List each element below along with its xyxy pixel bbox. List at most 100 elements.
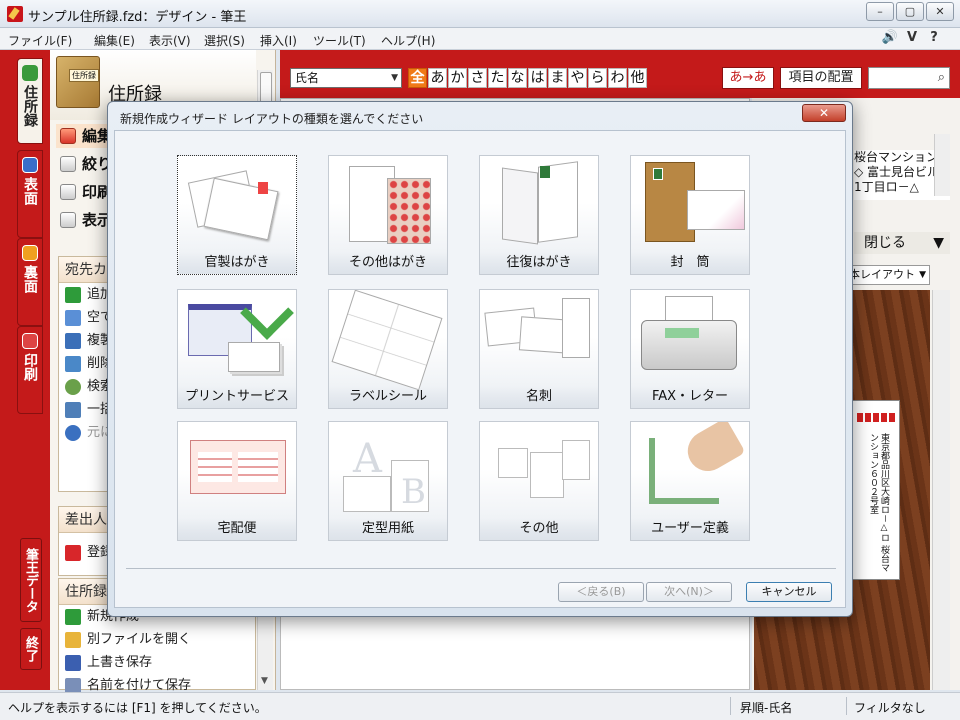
standard-paper-icon bbox=[343, 476, 391, 512]
kana-na[interactable]: な bbox=[508, 68, 527, 88]
label-sticker-icon bbox=[331, 290, 443, 391]
window-controls: – ▢ ✕ bbox=[866, 2, 954, 21]
stamp-mark bbox=[540, 166, 550, 178]
maximize-button[interactable]: ▢ bbox=[896, 2, 924, 21]
kana-wa[interactable]: わ bbox=[608, 68, 627, 88]
kana-other[interactable]: 他 bbox=[628, 68, 647, 88]
menu-edit[interactable]: 編集(E) bbox=[94, 32, 135, 49]
new-file-icon bbox=[65, 609, 81, 625]
other-layout-icon bbox=[498, 448, 528, 478]
menu-help[interactable]: ヘルプ(H) bbox=[381, 32, 435, 49]
kana-sa[interactable]: さ bbox=[468, 68, 487, 88]
tile-label-sticker[interactable]: ラベルシール bbox=[328, 289, 448, 409]
field-select-value: 氏名 bbox=[295, 71, 320, 85]
close-preview-button[interactable]: 閉じる ▼ bbox=[854, 232, 950, 254]
preview-scrollbar[interactable] bbox=[934, 134, 950, 196]
tile-other-postcard[interactable]: その他はがき bbox=[328, 155, 448, 275]
dialog-body: 官製はがき その他はがき 往復はがき 封 筒 プリントサービス ラベルシール 名… bbox=[114, 130, 846, 608]
menu-file[interactable]: ファイル(F) bbox=[8, 32, 72, 49]
tile-envelope[interactable]: 封 筒 bbox=[630, 155, 750, 275]
sheet-2 bbox=[530, 452, 564, 498]
white-envelope bbox=[687, 190, 745, 230]
filter-icon bbox=[60, 156, 76, 172]
tile-label: 官製はがき bbox=[178, 252, 296, 274]
search-input[interactable]: ⌕ bbox=[868, 67, 950, 89]
speaker-icon[interactable]: 🔊 bbox=[880, 30, 900, 48]
help-icon[interactable]: ? bbox=[924, 30, 944, 48]
cancel-button[interactable]: キャンセル bbox=[746, 582, 832, 602]
preview-vertical-scrollbar[interactable] bbox=[932, 290, 950, 690]
scroll-down-icon[interactable]: ▼ bbox=[261, 676, 268, 686]
tile-standard-paper[interactable]: A B 定型用紙 bbox=[328, 421, 448, 541]
tile-reply-postcard[interactable]: 往復はがき bbox=[479, 155, 599, 275]
status-bar: ヘルプを表示するには [F1] を押してください。 昇順-氏名 フィルタなし bbox=[0, 692, 960, 720]
kana-ha[interactable]: は bbox=[528, 68, 547, 88]
next-button[interactable]: 次へ(N)＞ bbox=[646, 582, 732, 602]
fudeoh-data-button[interactable]: 筆王データ bbox=[20, 538, 42, 622]
kana-ya[interactable]: や bbox=[568, 68, 587, 88]
postbox-icon bbox=[65, 545, 81, 561]
kana-ta[interactable]: た bbox=[488, 68, 507, 88]
postcard-stack bbox=[228, 342, 280, 372]
open-file-row[interactable]: 別ファイルを開く bbox=[59, 628, 255, 651]
tab-back[interactable]: 裏面 bbox=[17, 238, 43, 326]
minimize-button[interactable]: – bbox=[866, 2, 894, 21]
save-icon bbox=[65, 655, 81, 671]
stamp-mark bbox=[258, 182, 268, 194]
tile-print-service[interactable]: プリントサービス bbox=[177, 289, 297, 409]
chevron-down-icon: ▼ bbox=[391, 73, 398, 83]
field-select[interactable]: 氏名 ▼ bbox=[290, 68, 402, 88]
tile-official-postcard[interactable]: 官製はがき bbox=[177, 155, 297, 275]
tile-label: ユーザー定義 bbox=[631, 518, 749, 540]
print-icon bbox=[60, 184, 76, 200]
book-label: 住所録 bbox=[69, 69, 99, 82]
app-icon bbox=[7, 6, 23, 22]
menu-select[interactable]: 選択(S) bbox=[204, 32, 245, 49]
row-label: 上書き保存 bbox=[87, 655, 153, 670]
tab-label: 住所録 bbox=[22, 85, 38, 127]
back-icon bbox=[22, 245, 38, 261]
kana-ka[interactable]: か bbox=[448, 68, 467, 88]
tile-fax-letter[interactable]: FAX・レター bbox=[630, 289, 750, 409]
save-row[interactable]: 上書き保存 bbox=[59, 651, 255, 674]
menu-insert[interactable]: 挿入(I) bbox=[260, 32, 297, 49]
add-icon bbox=[65, 287, 81, 303]
window-title: サンプル住所録.fzd：デザイン - 筆王 bbox=[28, 10, 247, 25]
tile-label: FAX・レター bbox=[631, 386, 749, 408]
layout-items-button[interactable]: 項目の配置 bbox=[780, 67, 862, 89]
tab-address-book[interactable]: 住所録 bbox=[17, 58, 43, 144]
horizontal-arrow-icon bbox=[649, 498, 719, 504]
ime-button[interactable]: あ→あ bbox=[722, 67, 774, 89]
kana-ma[interactable]: ま bbox=[548, 68, 567, 88]
menu-view[interactable]: 表示(V) bbox=[149, 32, 191, 49]
tile-delivery[interactable]: 宅配便 bbox=[177, 421, 297, 541]
close-button[interactable]: ✕ bbox=[926, 2, 954, 21]
tile-user-defined[interactable]: ユーザー定義 bbox=[630, 421, 750, 541]
tile-business-card[interactable]: 名刺 bbox=[479, 289, 599, 409]
display-icon bbox=[60, 212, 76, 228]
address-book-icon bbox=[22, 65, 38, 81]
menu-tools[interactable]: ツール(T) bbox=[313, 32, 366, 49]
tile-label: プリントサービス bbox=[178, 386, 296, 408]
exit-button[interactable]: 終了 bbox=[20, 628, 42, 670]
dialog-close-button[interactable]: ✕ bbox=[802, 104, 846, 122]
layout-select[interactable]: 本レイアウト ▼ bbox=[844, 265, 930, 285]
undo-icon bbox=[65, 425, 81, 441]
kana-all[interactable]: 全 bbox=[408, 68, 427, 88]
back-button[interactable]: ＜戻る(B) bbox=[558, 582, 644, 602]
status-filter: フィルタなし bbox=[854, 701, 926, 715]
shield-icon[interactable]: V bbox=[902, 30, 922, 48]
kana-ra[interactable]: ら bbox=[588, 68, 607, 88]
tile-other[interactable]: その他 bbox=[479, 421, 599, 541]
tab-front[interactable]: 表面 bbox=[17, 150, 43, 238]
kana-a[interactable]: あ bbox=[428, 68, 447, 88]
menu-bar: ファイル(F) 編集(E) 表示(V) 選択(S) 挿入(I) ツール(T) ヘ… bbox=[0, 28, 960, 50]
search-icon[interactable]: ⌕ bbox=[938, 70, 945, 85]
slip-field bbox=[238, 452, 278, 482]
dialog-divider bbox=[126, 568, 836, 569]
trash-icon bbox=[65, 356, 81, 372]
tab-print[interactable]: 印刷 bbox=[17, 326, 43, 414]
title-bar: サンプル住所録.fzd：デザイン - 筆王 – ▢ ✕ bbox=[0, 0, 960, 28]
layout-select-value: 本レイアウト bbox=[849, 268, 915, 281]
address-book-image: 住所録 bbox=[56, 56, 100, 108]
